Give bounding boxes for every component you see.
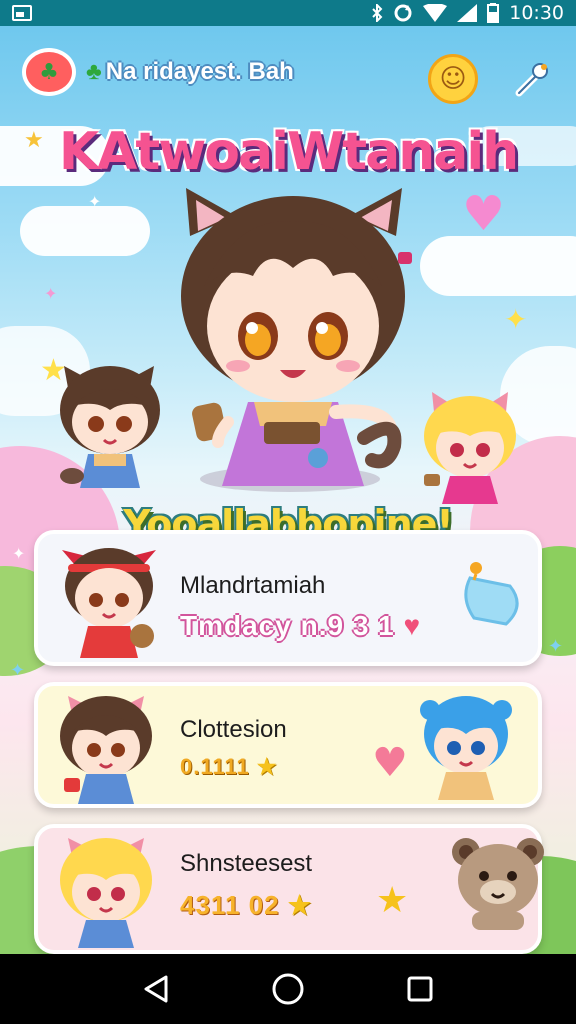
card-title: Shnsteesest [180,850,313,877]
mini-character[interactable] [420,390,520,510]
sparkle-icon: ✦ [10,660,26,681]
card-stat: 0.1111 ★ [180,754,278,779]
card-stat: Tmdacy n.9 3 1 ♥ [180,610,422,641]
sync-icon [394,4,412,22]
sparkle-icon: ✦ [548,636,564,657]
recents-square-icon [407,976,433,1002]
wrench-icon [515,63,548,97]
bell-icon[interactable] [450,558,530,638]
character-card[interactable]: Mlandrtamiah Tmdacy n.9 3 1 ♥ [34,530,542,666]
app-name: ♣ Na ridayest. Bah [86,58,294,85]
card-stat: 4311 02 ★ [180,890,313,920]
status-time: 10:30 [509,2,564,24]
heart-icon[interactable]: ♥ [372,740,408,786]
card-title: Clottesion [180,716,287,743]
home-scene: ★ ★ ✦ ✦ ✦ ✦ ✦ ✦ ♣ ♣ Na ridayest. Bah ☺ KA… [0,26,576,954]
navigation-bar [0,954,576,1024]
bluetooth-icon [372,4,383,22]
image-icon [12,5,32,21]
battery-icon [487,3,500,23]
sparkle-icon: ✦ [12,544,26,563]
mini-character[interactable] [54,362,166,496]
leaf-icon: ♣ [86,58,102,85]
recents-button[interactable] [396,965,444,1013]
status-bar: 10:30 [0,0,576,26]
home-circle-icon [272,973,304,1005]
star-icon[interactable]: ★ [376,880,408,921]
banner-title: KAtwoaiWtanaih [58,122,519,182]
settings-button[interactable] [510,58,554,102]
character-card[interactable]: Shnsteesest 4311 02 ★ ★ [34,824,544,954]
card-avatar [62,548,156,658]
heart-icon: ♥ [403,610,422,641]
character-card[interactable]: Clottesion 0.1111 ★ ♥ [34,682,542,808]
back-triangle-icon [144,975,168,1003]
heart-icon: ♥ [462,186,506,242]
smile-icon: ☺ [439,64,467,94]
star-icon: ★ [256,754,278,779]
smile-button[interactable]: ☺ [428,54,478,104]
sparkle-icon: ✦ [44,284,58,303]
cloud [420,236,576,296]
card-title: Mlandrtamiah [180,572,326,599]
bear-character [452,838,544,930]
hero-character[interactable] [158,176,428,506]
back-button[interactable] [132,965,180,1013]
card-avatar [60,696,152,804]
sparkle-icon: ✦ [88,192,102,211]
app-header: ♣ ♣ Na ridayest. Bah ☺ [0,40,576,104]
card-avatar [60,838,152,948]
star-icon: ✦ [504,303,528,336]
signal-icon [457,4,478,22]
leaf-icon: ♣ [39,59,59,85]
star-icon: ★ [287,890,313,920]
mini-character [420,696,512,800]
wifi-icon [423,4,448,22]
home-button[interactable] [264,965,312,1013]
cloud [20,206,150,256]
app-logo[interactable]: ♣ [22,48,76,96]
